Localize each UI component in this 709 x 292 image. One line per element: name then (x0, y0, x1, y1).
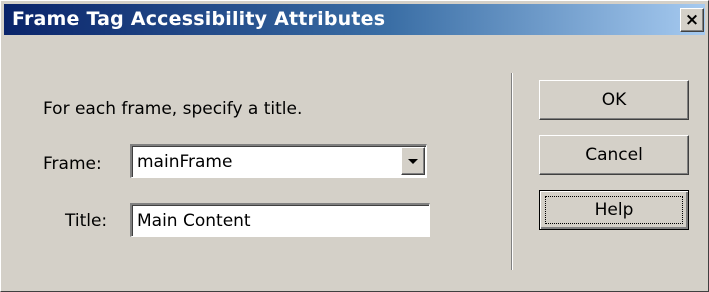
dialog-title: Frame Tag Accessibility Attributes (12, 8, 386, 30)
title-input[interactable] (135, 208, 429, 234)
instruction-text: For each frame, specify a title. (43, 99, 303, 119)
title-field[interactable] (130, 203, 430, 237)
frame-label: Frame: (43, 154, 102, 174)
frame-select[interactable]: mainFrame (130, 144, 427, 178)
close-icon: × (684, 9, 700, 30)
title-bar[interactable]: Frame Tag Accessibility Attributes × (4, 4, 705, 35)
frame-select-value: mainFrame (137, 152, 233, 172)
chevron-down-icon (408, 159, 418, 164)
ok-button[interactable]: OK (539, 80, 689, 120)
frame-tag-accessibility-dialog: Frame Tag Accessibility Attributes × For… (0, 0, 709, 292)
vertical-divider (511, 73, 513, 270)
focus-rectangle (545, 196, 683, 224)
close-button[interactable]: × (680, 8, 704, 32)
help-button[interactable]: Help (539, 190, 689, 230)
ok-button-label: OK (601, 90, 627, 110)
frame-dropdown-button[interactable] (401, 147, 425, 175)
cancel-button-label: Cancel (585, 145, 643, 165)
title-label: Title: (65, 211, 108, 231)
cancel-button[interactable]: Cancel (539, 135, 689, 175)
